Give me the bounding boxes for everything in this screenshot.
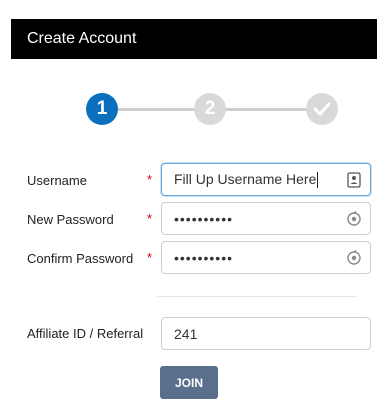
confirm-password-value: •••••••••• [174,249,234,266]
form-divider [157,296,357,297]
password-reveal-icon[interactable] [346,210,362,227]
page-title: Create Account [27,30,137,47]
step-3-indicator [306,93,338,125]
username-input[interactable]: Fill Up Username Here [161,163,371,196]
progress-stepper: 1 2 [0,88,377,130]
new-password-input[interactable]: •••••••••• [161,202,371,235]
page-header: Create Account [11,19,377,59]
text-caret [317,172,319,189]
new-password-label: New Password [27,212,114,227]
step-2-number: 2 [204,98,216,119]
username-label: Username [27,173,87,188]
required-marker: * [147,211,153,226]
affiliate-value: 241 [174,325,198,342]
affiliate-input[interactable]: 241 [161,317,371,350]
check-icon [313,102,331,116]
confirm-password-input[interactable]: •••••••••• [161,241,371,274]
required-marker: * [147,172,153,187]
username-value-wrap: Fill Up Username Here [174,170,346,189]
step-connector [226,108,308,111]
step-connector [118,108,206,111]
confirm-password-label: Confirm Password [27,251,134,266]
affiliate-label: Affiliate ID / Referral [27,326,144,341]
step-1-indicator: 1 [86,93,118,125]
join-button[interactable]: JOIN [160,366,218,399]
password-reveal-icon[interactable] [346,249,362,266]
new-password-value: •••••••••• [174,210,234,227]
contact-card-icon[interactable] [346,171,362,188]
step-2-indicator: 2 [194,93,226,125]
step-1-number: 1 [96,98,108,119]
required-marker: * [147,250,153,265]
username-value: Fill Up Username Here [174,170,317,187]
